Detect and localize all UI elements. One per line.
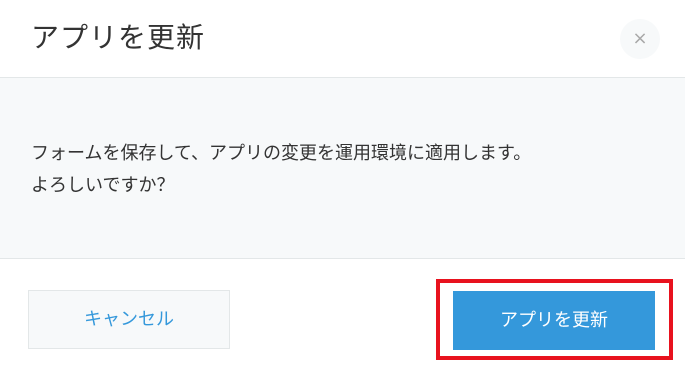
- message-line-2: よろしいですか？: [31, 175, 175, 196]
- message-line-1: フォームを保存して、アプリの変更を運用環境に適用します。: [31, 143, 532, 164]
- update-app-dialog: アプリを更新 × フォームを保存して、アプリの変更を運用環境に適用します。 よろ…: [0, 0, 685, 380]
- confirmation-message: フォームを保存して、アプリの変更を運用環境に適用します。 よろしいですか？: [31, 138, 531, 202]
- close-icon: ×: [632, 28, 648, 49]
- dialog-footer: キャンセル アプリを更新: [0, 259, 685, 380]
- dialog-title: アプリを更新: [31, 21, 206, 54]
- close-button[interactable]: ×: [620, 19, 660, 59]
- cancel-button[interactable]: キャンセル: [28, 290, 230, 349]
- dialog-header: アプリを更新 ×: [0, 0, 685, 78]
- update-app-button[interactable]: アプリを更新: [453, 291, 655, 350]
- dialog-body: フォームを保存して、アプリの変更を運用環境に適用します。 よろしいですか？: [0, 78, 685, 259]
